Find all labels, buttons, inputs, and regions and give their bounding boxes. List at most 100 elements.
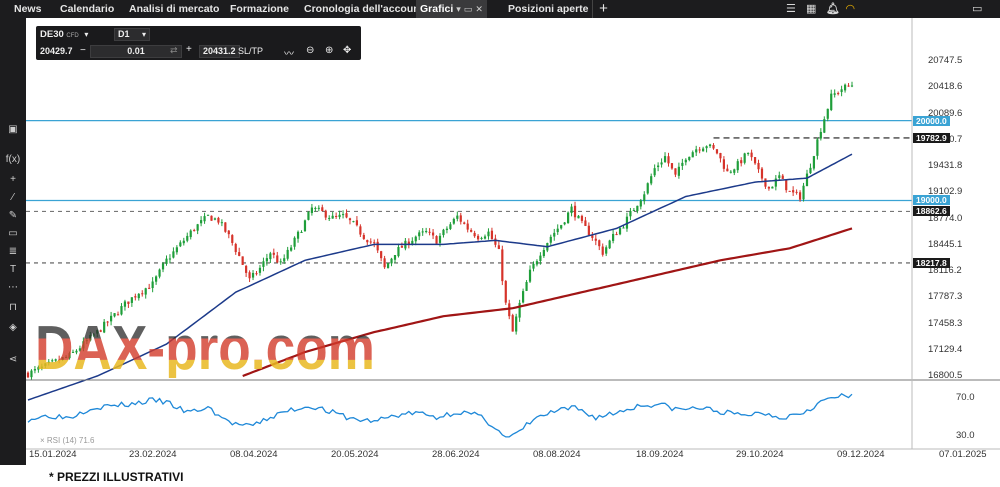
crosshair-icon[interactable]: + — [0, 172, 26, 188]
candle-body — [245, 265, 248, 273]
tab-grafici[interactable]: Grafici ▾ ▭ ✕ — [416, 0, 487, 18]
price-tag[interactable]: 19782.9 — [913, 132, 950, 143]
candle-body — [386, 263, 390, 269]
tab-formazione[interactable]: Formazione — [230, 0, 289, 18]
rsi-indicator-label[interactable]: × RSI (14) 71.6 — [40, 436, 94, 445]
candle-body — [636, 205, 639, 212]
candle-body — [400, 246, 404, 248]
tab-analisi-di-mercato[interactable]: Analisi di mercato — [129, 0, 219, 18]
text-icon[interactable]: T — [0, 262, 26, 278]
watermark-text: DAX-pro.com — [35, 314, 375, 378]
chart-area[interactable] — [26, 18, 1000, 465]
price-tag[interactable]: 20000.0 — [913, 115, 950, 126]
candle-body — [684, 159, 687, 163]
magnet-icon[interactable]: ⊓ — [0, 300, 26, 316]
line-tool-icon[interactable]: ⁄ — [0, 190, 26, 206]
rectangle-icon[interactable]: ▭ — [0, 226, 26, 242]
candle-body — [241, 256, 244, 265]
candle-body — [674, 168, 677, 175]
candle-body — [736, 161, 739, 171]
candle-body — [307, 211, 310, 220]
candle-body — [338, 214, 341, 218]
timeframe-selector[interactable]: D1 ▾ — [114, 28, 150, 41]
candle-body — [186, 235, 189, 241]
candle-body — [431, 232, 435, 236]
tab-calendario[interactable]: Calendario — [60, 0, 114, 18]
candle-body — [373, 242, 376, 244]
more-icon[interactable]: ⋯ — [0, 280, 26, 296]
share-icon[interactable]: ⋖ — [0, 352, 26, 368]
candle-body — [220, 222, 223, 224]
zoom-out-icon[interactable]: ⊖ — [306, 45, 314, 56]
candle-body — [438, 235, 442, 243]
candle-body — [771, 186, 774, 189]
candle-body — [677, 166, 680, 176]
chevron-down-icon[interactable]: ▾ — [456, 4, 461, 14]
candle-body — [348, 218, 352, 221]
x-tick-label: 20.05.2024 — [331, 449, 379, 460]
bell-icon[interactable]: 🔔︎ — [826, 0, 840, 18]
tab-cronologia-account[interactable]: Cronologia dell'account — [304, 0, 423, 18]
candle-body — [369, 241, 372, 243]
minimize-icon[interactable]: ▭ — [464, 4, 473, 14]
candle-body — [702, 148, 705, 152]
move-icon[interactable]: ✥ — [343, 45, 351, 56]
window-icon[interactable]: ▭ — [972, 0, 982, 18]
zoom-in-icon[interactable]: ⊕ — [325, 45, 333, 56]
candle-body — [328, 217, 331, 219]
add-tab-button[interactable]: + — [592, 0, 614, 18]
candle-body — [688, 156, 691, 160]
candle-body — [314, 207, 317, 209]
tab-posizioni-aperte[interactable]: Posizioni aperte — [508, 0, 589, 18]
sltp-button[interactable]: SL/TP — [238, 46, 263, 56]
price-tag[interactable]: 19000.0 — [913, 195, 950, 206]
volume-plus-button[interactable]: + — [186, 44, 192, 55]
panel-icon[interactable]: ▣ — [0, 122, 26, 138]
function-icon[interactable]: f(x) — [0, 152, 26, 168]
layers-icon[interactable]: ◈ — [0, 320, 26, 336]
line-chart-icon[interactable]: 〰 — [284, 45, 294, 60]
timeframe-value: D1 — [118, 29, 130, 39]
candle-body — [175, 247, 178, 253]
candle-body — [747, 152, 750, 154]
candle-body — [573, 205, 577, 218]
candle-body — [549, 236, 552, 243]
candle-body — [331, 215, 334, 219]
menu-icon[interactable]: ☰ — [786, 0, 796, 18]
candle-body — [321, 207, 324, 211]
candle-body — [612, 233, 615, 241]
price-tag[interactable]: 18862.6 — [913, 206, 950, 217]
candle-body — [189, 230, 192, 238]
tab-news[interactable]: News — [14, 0, 41, 18]
candle-body — [362, 234, 365, 239]
candle-body — [639, 200, 642, 207]
candle-body — [238, 252, 241, 256]
candle-body — [203, 216, 206, 222]
candle-body — [141, 293, 144, 295]
rsi-pane — [27, 392, 853, 438]
volume-input[interactable]: 0.01 — [90, 45, 182, 58]
candle-body — [847, 85, 850, 87]
brush-icon[interactable]: ✎ — [0, 208, 26, 224]
window-tile-icon[interactable]: ▦ — [806, 0, 816, 18]
candle-body — [528, 269, 532, 282]
candle-body — [435, 236, 438, 244]
candle-body — [805, 173, 809, 187]
close-icon[interactable]: ✕ — [475, 4, 483, 14]
candle-body — [584, 220, 587, 226]
ask-price[interactable]: 20431.2 — [199, 45, 240, 58]
symbol-name: DE30 — [40, 29, 64, 40]
candle-body — [449, 224, 452, 229]
candle-body — [269, 253, 272, 260]
candle-body — [816, 139, 819, 156]
refresh-icon[interactable]: ⇄ — [170, 45, 178, 56]
fibonacci-icon[interactable]: ≣ — [0, 244, 26, 260]
price-tag[interactable]: 18217.8 — [913, 257, 950, 268]
candle-body — [511, 315, 514, 332]
bid-price[interactable]: 20429.7 — [40, 46, 73, 56]
volume-minus-button[interactable]: − — [80, 45, 86, 56]
symbol-selector[interactable]: DE30 CFD ▾ — [40, 29, 88, 40]
price-chart[interactable] — [26, 18, 1000, 465]
candle-body — [663, 156, 667, 163]
candle-body — [130, 297, 133, 303]
